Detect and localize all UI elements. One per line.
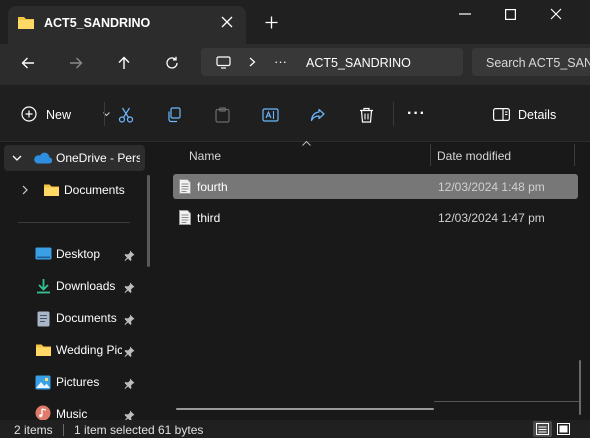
plus-circle-icon — [21, 106, 37, 122]
maximize-icon[interactable] — [502, 6, 518, 22]
details-view-button[interactable] — [533, 421, 552, 437]
this-pc-icon — [214, 54, 232, 70]
copy-icon[interactable] — [165, 106, 183, 124]
details-label: Details — [518, 108, 557, 122]
status-divider — [63, 424, 64, 436]
up-icon[interactable] — [115, 54, 133, 72]
nav-divider — [18, 222, 130, 223]
status-selection: 1 item selected — [74, 423, 155, 437]
nav-item-wedding-pictures[interactable]: Wedding Pictures — [56, 343, 122, 357]
new-label: New — [46, 108, 72, 122]
nav-item-pictures[interactable]: Pictures — [56, 375, 99, 389]
sort-ascending-icon — [301, 140, 311, 147]
refresh-icon[interactable] — [163, 54, 181, 72]
pictures-icon — [34, 374, 52, 390]
pin-icon[interactable] — [123, 249, 135, 261]
column-header-date-modified[interactable]: Date modified — [437, 149, 511, 163]
status-item-count: 2 items — [14, 423, 53, 437]
breadcrumb-overflow-button[interactable]: ··· — [274, 54, 287, 69]
toolbar-divider — [393, 102, 394, 126]
delete-icon[interactable] — [357, 106, 375, 124]
chevron-down-icon[interactable] — [11, 153, 23, 163]
pin-icon[interactable] — [123, 345, 135, 357]
text-file-icon — [178, 209, 192, 226]
text-file-icon — [178, 178, 192, 195]
folder-icon — [34, 342, 52, 357]
close-tab-icon[interactable] — [219, 14, 235, 30]
more-options-button[interactable]: ··· — [407, 105, 426, 123]
nav-item-downloads[interactable]: Downloads — [56, 279, 115, 293]
minimize-icon[interactable] — [457, 6, 473, 22]
tab-title: ACT5_SANDRINO — [44, 16, 151, 30]
breadcrumb-current[interactable]: ACT5_SANDRINO — [306, 56, 411, 70]
nav-item-music[interactable]: Music — [56, 407, 87, 421]
large-icons-view-icon[interactable] — [556, 422, 571, 436]
pin-icon[interactable] — [123, 377, 135, 389]
file-date-modified: 12/03/2024 1:47 pm — [438, 211, 545, 225]
status-size: 61 bytes — [158, 423, 204, 437]
cut-icon[interactable] — [117, 106, 135, 124]
chevron-right-icon[interactable] — [20, 184, 30, 196]
new-tab-icon[interactable] — [263, 14, 279, 30]
close-window-icon[interactable] — [548, 6, 564, 22]
pin-icon[interactable] — [123, 313, 135, 325]
nav-item-documents-cloud[interactable]: Documents — [64, 183, 125, 197]
file-name[interactable]: third — [197, 211, 220, 225]
back-icon[interactable] — [19, 54, 37, 72]
chevron-right-icon[interactable] — [246, 56, 258, 68]
folder-icon — [42, 182, 60, 197]
horizontal-scrollbar-track — [434, 401, 580, 402]
pin-icon[interactable] — [123, 281, 135, 293]
download-icon — [34, 278, 52, 294]
nav-label-onedrive: OneDrive - Personal — [56, 151, 140, 165]
details-pane-icon — [493, 107, 510, 121]
nav-item-desktop[interactable]: Desktop — [56, 247, 100, 261]
file-date-modified: 12/03/2024 1:48 pm — [438, 180, 545, 194]
search-input[interactable]: Search ACT5_SANDRINO — [472, 48, 590, 76]
onedrive-icon — [32, 151, 52, 165]
file-name[interactable]: fourth — [197, 180, 228, 194]
horizontal-scrollbar-thumb[interactable] — [176, 408, 434, 410]
column-divider[interactable] — [574, 144, 575, 166]
column-header-name[interactable]: Name — [189, 149, 221, 163]
toolbar-divider — [104, 102, 105, 126]
search-placeholder: Search ACT5_SANDRINO — [486, 56, 590, 70]
document-icon — [35, 310, 51, 327]
nav-scrollbar[interactable] — [147, 175, 150, 267]
rename-icon[interactable] — [261, 106, 279, 124]
vertical-scrollbar[interactable] — [579, 360, 581, 415]
column-divider[interactable] — [430, 144, 431, 166]
desktop-icon — [34, 246, 52, 261]
folder-icon — [17, 14, 35, 30]
paste-icon[interactable] — [213, 106, 231, 124]
nav-item-documents[interactable]: Documents — [56, 311, 117, 325]
forward-icon[interactable] — [67, 54, 85, 72]
music-icon — [34, 405, 52, 421]
details-button[interactable]: Details — [487, 100, 567, 128]
details-view-icon — [536, 423, 549, 435]
new-button[interactable]: New — [14, 100, 114, 128]
share-icon[interactable] — [309, 106, 327, 124]
